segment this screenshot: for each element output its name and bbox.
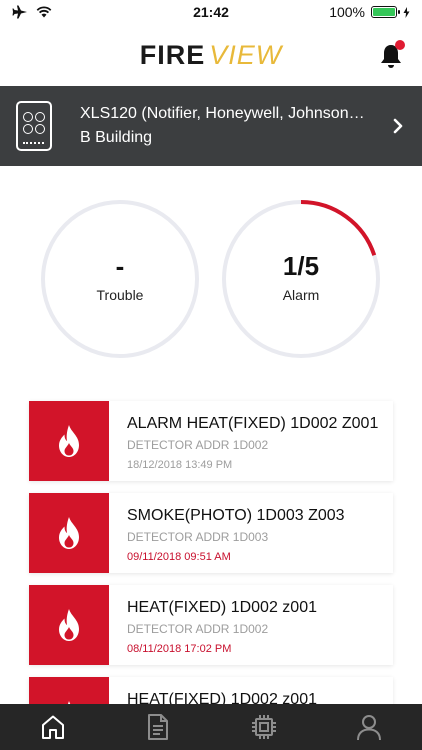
panel-title: XLS120 (Notifier, Honeywell, Johnson Con… [80,105,366,122]
event-timestamp: 08/11/2018 17:02 PM [127,643,232,655]
event-body: HEAT(FIXED) 1D002 z001 DETECTOR ADDR 1D0… [109,585,393,665]
flame-icon [59,609,79,641]
event-item[interactable]: ALARM HEAT(FIXED) 1D002 Z001 DETECTOR AD… [29,401,393,481]
user-icon [357,715,382,741]
event-title: ALARM HEAT(FIXED) 1D002 Z001 [127,415,379,432]
event-description: DETECTOR ADDR 1D003 [127,530,269,544]
home-icon [41,715,64,739]
event-timestamp: 09/11/2018 09:51 AM [127,551,231,563]
tab-home[interactable] [23,704,83,750]
trouble-count: - [115,251,125,281]
tab-devices[interactable] [234,704,294,750]
alarm-gauge[interactable]: 1/5 Alarm [221,199,381,359]
event-title: HEAT(FIXED) 1D002 z001 [127,599,317,616]
flame-icon [59,517,79,549]
chip-icon [251,715,276,739]
fire-panel-icon [16,101,52,151]
status-left [12,5,52,19]
event-timestamp: 18/12/2018 13:49 PM [127,459,233,471]
logo-fire-text: FIRE [139,39,206,70]
event-title: SMOKE(PHOTO) 1D003 Z003 [127,507,345,524]
panel-info: XLS120 (Notifier, Honeywell, Johnson Con… [80,103,384,149]
event-body: SMOKE(PHOTO) 1D003 Z003 DETECTOR ADDR 1D… [109,493,393,573]
flame-icon [59,425,79,457]
tab-reports[interactable] [128,704,188,750]
event-item[interactable]: HEAT(FIXED) 1D002 z001 DETECTOR ADDR 1D0… [29,585,393,665]
charging-icon [403,6,410,18]
trouble-label: Trouble [96,287,144,303]
notifications-button[interactable] [378,40,405,70]
event-description: DETECTOR ADDR 1D002 [127,438,269,452]
panel-location: B Building [80,129,153,146]
document-icon [148,714,169,740]
battery-percent: 100% [329,4,365,20]
alarm-label: Alarm [282,287,320,303]
trouble-gauge[interactable]: - Trouble [40,199,200,359]
battery-icon [371,6,400,18]
event-body: ALARM HEAT(FIXED) 1D002 Z001 DETECTOR AD… [109,401,393,481]
notification-badge [395,40,405,50]
bottom-tab-bar [0,704,422,750]
status-right: 100% [329,4,410,20]
status-bar: 21:42 100% [0,0,422,24]
chevron-right-icon [393,118,403,134]
event-flame-badge [29,401,109,481]
panel-selector[interactable]: XLS120 (Notifier, Honeywell, Johnson Con… [0,86,422,166]
fireview-logo: FIRE VIEW [140,40,283,71]
event-flame-badge [29,585,109,665]
event-list: ALARM HEAT(FIXED) 1D002 Z001 DETECTOR AD… [29,401,393,750]
event-item[interactable]: SMOKE(PHOTO) 1D003 Z003 DETECTOR ADDR 1D… [29,493,393,573]
app-header: FIRE VIEW [0,24,422,86]
tab-profile[interactable] [339,704,399,750]
logo-view-text: VIEW [209,39,283,70]
event-description: DETECTOR ADDR 1D002 [127,622,269,636]
wifi-icon [36,6,52,18]
event-flame-badge [29,493,109,573]
airplane-icon [12,5,27,19]
alarm-count: 1/5 [282,251,320,281]
